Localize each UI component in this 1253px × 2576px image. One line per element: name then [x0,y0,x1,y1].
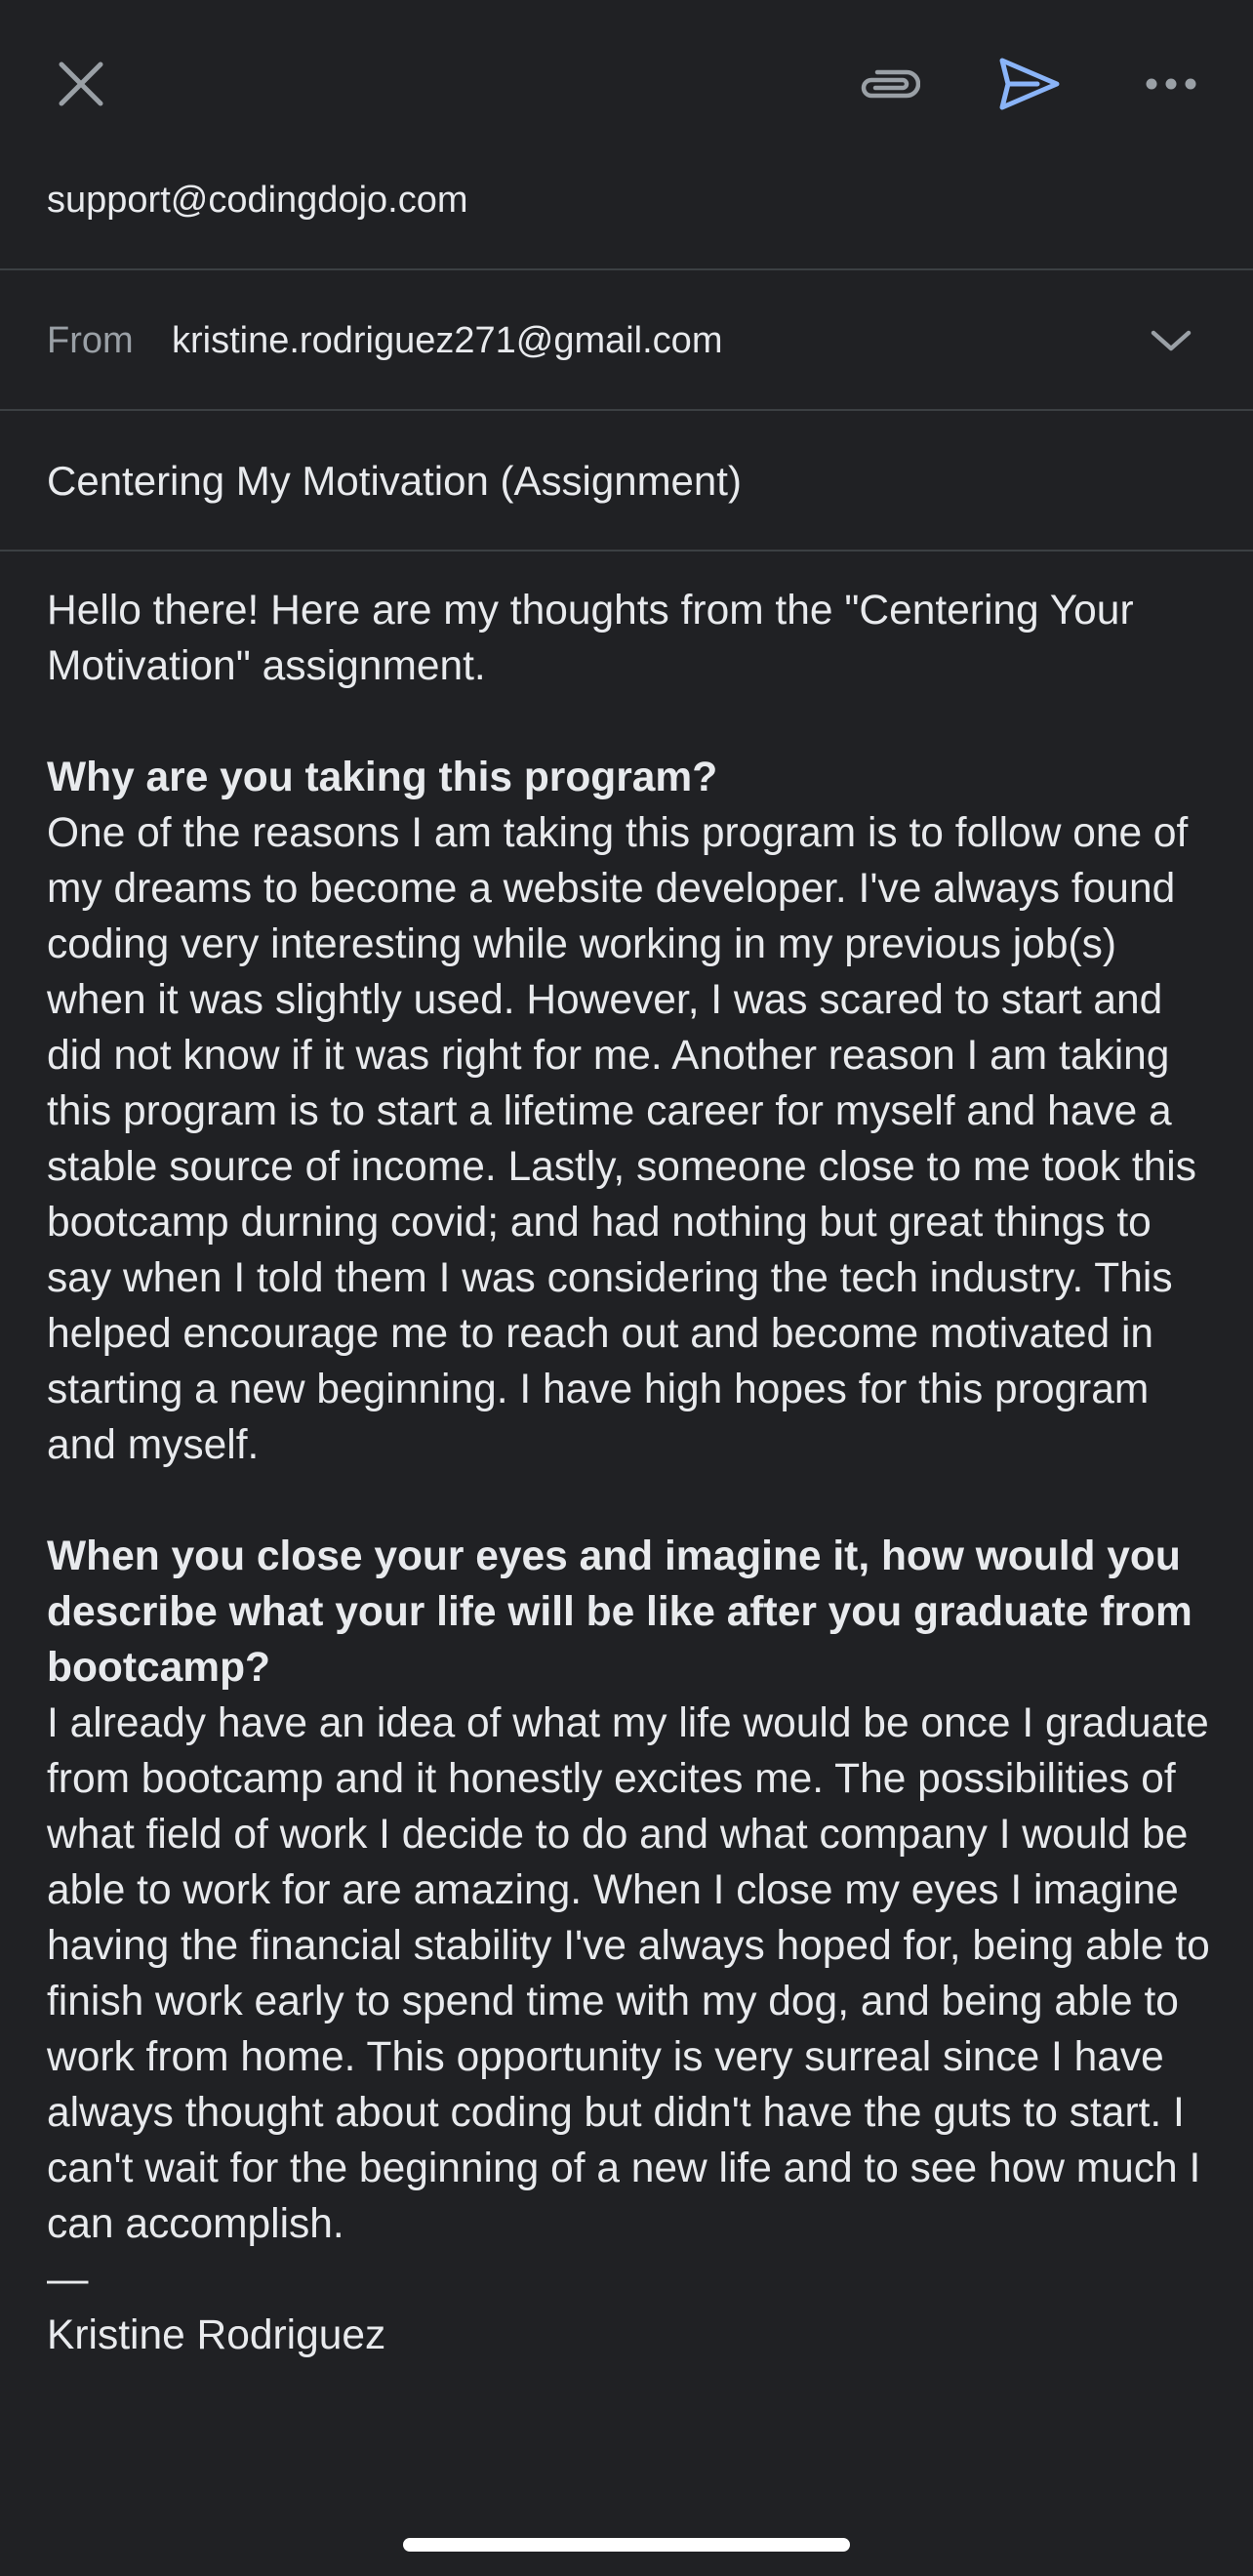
send-icon [999,58,1060,110]
chevron-down-icon [1151,330,1192,351]
home-indicator [403,2538,850,2552]
question-1: Why are you taking this program? [47,755,718,800]
from-dropdown-button[interactable] [1132,313,1210,368]
subject-field[interactable]: Centering My Motivation (Assignment) [0,411,1253,550]
paperclip-icon [861,69,920,99]
message-body[interactable]: Hello there! Here are my thoughts from t… [47,583,1218,2363]
close-icon [59,61,103,106]
subject-text: Centering My Motivation (Assignment) [47,458,742,504]
close-button[interactable] [37,40,125,128]
answer-2: I already have an idea of what my life w… [47,1700,1210,2247]
compose-toolbar [0,0,1253,171]
divider [0,550,1253,552]
signature-dash: — [47,2257,89,2303]
question-2: When you close your eyes and imagine it,… [47,1533,1192,1691]
more-options-button[interactable] [1127,40,1215,128]
more-horizontal-icon [1146,78,1196,90]
from-field[interactable]: From kristine.rodriguez271@gmail.com [0,270,1253,409]
from-label: From [47,320,134,361]
from-address: kristine.rodriguez271@gmail.com [172,320,723,361]
attach-button[interactable] [845,40,933,128]
signature-name: Kristine Rodriguez [47,2312,386,2358]
answer-1: One of the reasons I am taking this prog… [47,810,1196,1468]
body-intro: Hello there! Here are my thoughts from t… [47,588,1134,689]
to-recipient: support@codingdojo.com [47,180,468,221]
send-button[interactable] [986,40,1073,128]
to-field[interactable]: support@codingdojo.com [0,171,1253,268]
